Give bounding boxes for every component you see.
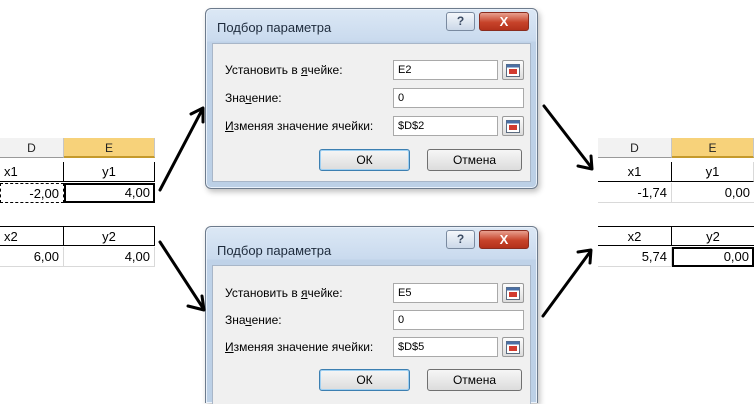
arrow-icon [158,240,206,312]
arrow-icon [542,104,594,171]
arrow-icon [541,248,593,318]
arrow-icon [158,106,205,192]
arrows-overlay [158,104,594,318]
